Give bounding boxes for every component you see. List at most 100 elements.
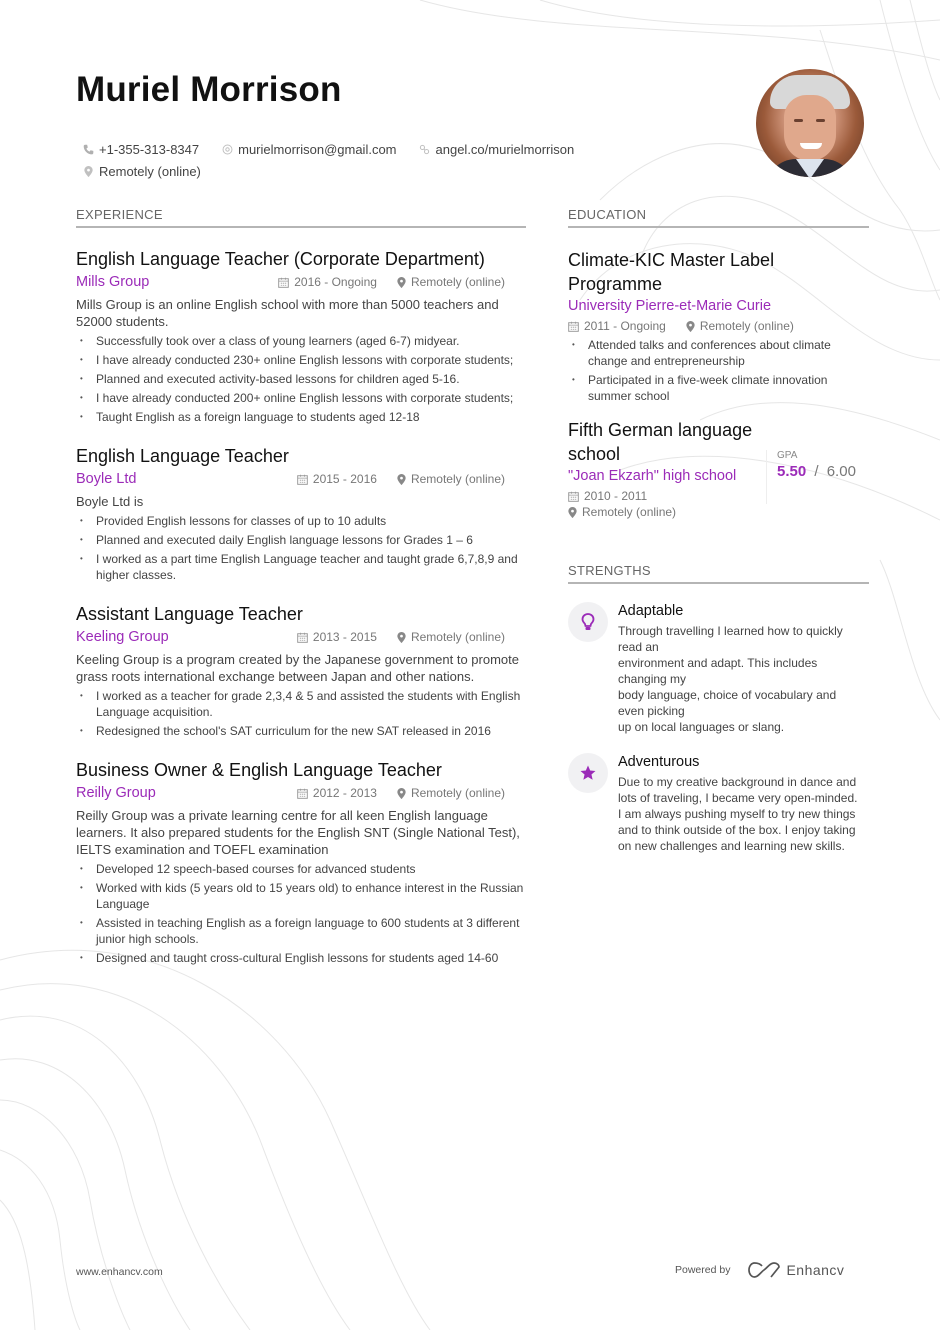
resume-page: Muriel Morrison +1-355-313-8347 murielmo… (0, 0, 940, 1330)
job-description: Keeling Group is a program created by th… (76, 652, 519, 684)
location-text: Remotely (online) (99, 163, 201, 179)
strength-line: Through travelling I learned how to quic… (618, 624, 843, 654)
bullet-item: Redesigned the school's SAT curriculum f… (76, 723, 526, 739)
strength-description: Through travelling I learned how to quic… (618, 623, 863, 735)
school-name: University Pierre-et-Marie Curie (568, 298, 772, 314)
experience-entry: English Language Teacher Boyle Ltd 2015 - … (76, 445, 526, 583)
gpa-label: GPA (777, 450, 798, 461)
strength-line: body language, choice of vocabulary and … (618, 688, 837, 718)
strength-icon-bubble (568, 602, 608, 642)
bullet-item: Attended talks and conferences about cli… (568, 337, 869, 369)
bullet-item: I worked as a part time English Language… (76, 551, 526, 583)
website-contact[interactable]: angel.co/murielmorrison (419, 142, 574, 157)
enhancv-logo-icon (748, 1262, 781, 1278)
strength-line: environment and adapt. This includes cha… (618, 656, 818, 686)
phone-icon (82, 143, 94, 155)
degree-title: Climate-KIC Master Label Programme (568, 250, 775, 294)
job-location: Remotely (online) (410, 275, 505, 289)
footer-website-link[interactable]: www.enhancv.com (76, 1266, 163, 1278)
calendar-icon (297, 788, 308, 799)
job-description: Mills Group is an online English school … (76, 297, 499, 329)
bullet-item: Planned and executed activity-based less… (76, 371, 526, 387)
experience-section: EXPERIENCE English Language Teacher (Cor… (76, 207, 526, 969)
calendar-icon (297, 474, 308, 485)
bullet-item: I worked as a teacher for grade 2,3,4 & … (76, 688, 526, 720)
bullet-item: I have already conducted 200+ online Eng… (76, 390, 526, 406)
gpa-max: 6.00 (826, 463, 856, 480)
brand-logo[interactable]: Enhancv (748, 1262, 844, 1278)
job-bullets: Provided English lessons for classes of … (76, 513, 526, 583)
location-pin-icon (568, 506, 577, 518)
location-pin-icon (82, 165, 94, 177)
section-title-strengths: STRENGTHS (568, 563, 869, 584)
education-dates-row: 2010 - 2011 (568, 489, 768, 503)
company-name: Reilly Group (76, 785, 156, 801)
education-dates: 2011 - Ongoing (584, 319, 666, 333)
bullet-item: Designed and taught cross-cultural Engli… (76, 950, 526, 966)
education-location: Remotely (online) (699, 319, 794, 333)
education-meta: 2011 - Ongoing Remotely (online) (568, 319, 869, 333)
company-name: Boyle Ltd (76, 471, 137, 487)
experience-list: English Language Teacher (Corporate Depa… (76, 248, 526, 966)
job-meta: 2016 - Ongoing Remotely (online) (278, 275, 505, 289)
email-text: murielmorrison@gmail.com (238, 141, 397, 157)
education-dates: 2010 - 2011 (584, 489, 648, 503)
section-title-education: EDUCATION (568, 207, 869, 228)
strength-title: Adaptable (618, 603, 684, 619)
link-icon (419, 143, 431, 155)
bullet-item: Worked with kids (5 years old to 15 year… (76, 880, 526, 912)
calendar-icon (278, 277, 290, 288)
job-dates: 2012 - 2013 (312, 786, 377, 800)
bullet-item: Provided English lessons for classes of … (76, 513, 526, 529)
brand-name: Enhancv (786, 1262, 845, 1278)
job-meta: 2013 - 2015 Remotely (online) (297, 630, 505, 644)
at-icon (221, 143, 233, 155)
bullet-item: Successfully took over a class of young … (76, 333, 526, 349)
strengths-section: STRENGTHS Adaptable Through travelling I… (568, 563, 869, 854)
education-location-row: Remotely (online) (568, 505, 768, 519)
strength-description: Due to my creative background in dance a… (618, 775, 858, 853)
right-column: EDUCATION Climate-KIC Master Label Progr… (568, 207, 869, 854)
location-pin-icon (686, 320, 695, 332)
degree-title: Fifth German language school (568, 420, 753, 464)
education-entry: Climate-KIC Master Label Programme Unive… (568, 248, 869, 404)
phone-contact[interactable]: +1-355-313-8347 (82, 142, 199, 157)
phone-text: +1-355-313-8347 (99, 141, 200, 157)
education-bullets: Attended talks and conferences about cli… (568, 337, 869, 404)
school-name: "Joan Ekzarh" high school (568, 468, 737, 484)
gpa-block: GPA 5.50 / 6.00 (766, 450, 856, 504)
gpa-score: 5.50 (777, 463, 807, 480)
strength-line: up on local languages or slang. (618, 720, 785, 734)
job-title: English Language Teacher (76, 446, 289, 466)
job-bullets: I worked as a teacher for grade 2,3,4 & … (76, 688, 526, 739)
job-dates: 2015 - 2016 (312, 472, 377, 486)
gpa-separator: / (814, 463, 819, 480)
bullet-item: I have already conducted 230+ online Eng… (76, 352, 526, 368)
calendar-icon (297, 632, 308, 643)
job-description: Reilly Group was a private learning cent… (76, 808, 520, 857)
job-title: English Language Teacher (Corporate Depa… (76, 249, 485, 269)
lightbulb-icon (581, 613, 595, 630)
strength-item: Adaptable Through travelling I learned h… (568, 602, 869, 735)
job-dates: 2016 - Ongoing (294, 275, 377, 289)
company-name: Mills Group (76, 274, 150, 290)
education-section: EDUCATION Climate-KIC Master Label Progr… (568, 207, 869, 519)
job-meta: 2012 - 2013 Remotely (online) (297, 786, 505, 800)
contact-info: +1-355-313-8347 murielmorrison@gmail.com… (82, 138, 722, 182)
job-bullets: Developed 12 speech-based courses for ad… (76, 861, 526, 966)
bullet-item: Developed 12 speech-based courses for ad… (76, 861, 526, 877)
location-pin-icon (397, 473, 406, 485)
bullet-item: Planned and executed daily English langu… (76, 532, 526, 548)
email-contact[interactable]: murielmorrison@gmail.com (221, 141, 397, 157)
location-contact: Remotely (online) (82, 164, 201, 179)
job-description: Boyle Ltd is (76, 494, 144, 509)
job-title: Business Owner & English Language Teache… (76, 760, 442, 780)
bullet-item: Assisted in teaching English as a foreig… (76, 915, 526, 947)
location-pin-icon (397, 631, 406, 643)
job-location: Remotely (online) (410, 472, 505, 486)
job-title: Assistant Language Teacher (76, 604, 303, 624)
footer-branding: Powered by Enhancv (675, 1262, 844, 1278)
calendar-icon (568, 491, 579, 502)
strength-icon-bubble (568, 753, 608, 793)
education-entry: Fifth German language school "Joan Ekzar… (568, 418, 869, 519)
